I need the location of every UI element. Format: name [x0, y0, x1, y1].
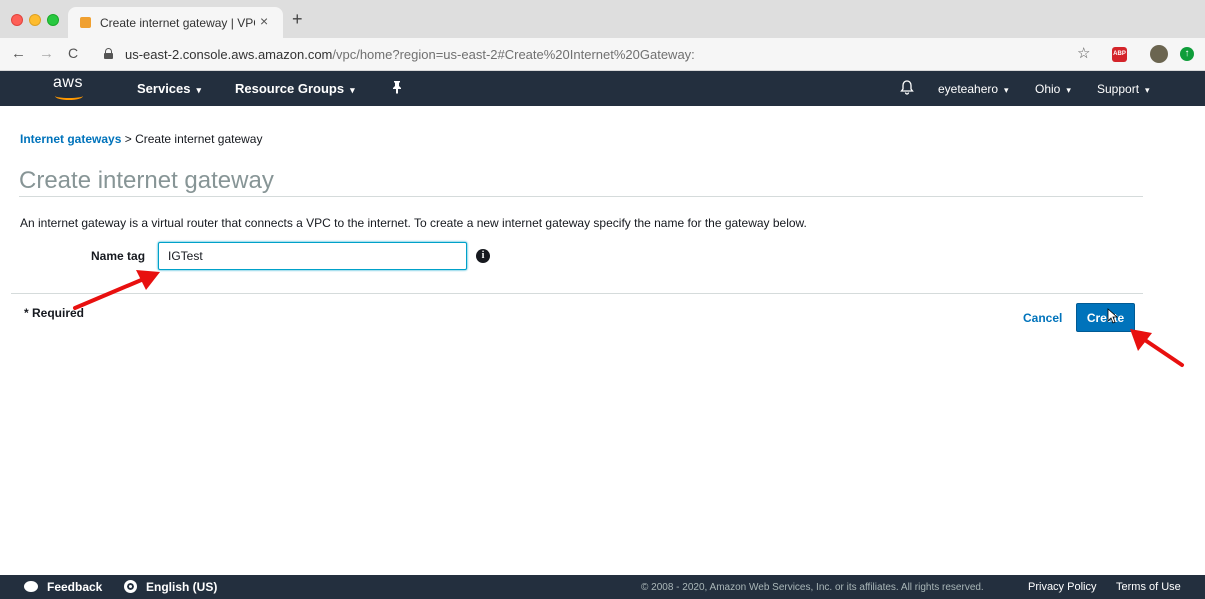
address-bar[interactable]: us-east-2.console.aws.amazon.com/vpc/hom…: [95, 42, 1105, 67]
aws-top-nav: aws Services ▾ Resource Groups ▾ eyeteaher…: [0, 71, 1205, 106]
arrow-to-name-input: [73, 270, 160, 310]
reload-icon[interactable]: C: [68, 45, 78, 61]
chevron-down-icon: ▾: [1066, 85, 1071, 95]
new-tab-button[interactable]: +: [292, 9, 303, 30]
breadcrumb-current: Create internet gateway: [135, 132, 263, 146]
adblock-icon[interactable]: ABP: [1112, 47, 1127, 62]
account-menu[interactable]: eyeteahero ▾: [938, 82, 1009, 96]
tab-title: Create internet gateway | VPC: [100, 16, 255, 30]
privacy-policy-link[interactable]: Privacy Policy: [1028, 581, 1096, 593]
notifications-bell-icon[interactable]: [900, 80, 914, 98]
aws-logo-text: aws: [53, 74, 83, 91]
back-arrow-icon[interactable]: ←: [11, 45, 26, 62]
account-name: eyeteahero: [938, 82, 999, 96]
breadcrumb: Internet gateways > Create internet gate…: [20, 132, 262, 146]
support-menu[interactable]: Support ▾: [1097, 82, 1150, 96]
extension-update-icon[interactable]: ↑: [1180, 47, 1194, 61]
page-description: An internet gateway is a virtual router …: [20, 216, 807, 230]
url-path: /vpc/home?region=us-east-2#Create%20Inte…: [332, 47, 695, 62]
services-label: Services: [137, 81, 191, 96]
aws-smile-icon: [55, 92, 83, 100]
tab-close-icon[interactable]: ×: [260, 13, 268, 29]
vpc-favicon-icon: [80, 17, 91, 28]
browser-tab-bar: Create internet gateway | VPC × +: [0, 0, 1205, 38]
region-menu[interactable]: Ohio ▾: [1035, 82, 1071, 96]
arrow-to-create-button: [1130, 329, 1184, 367]
pin-icon[interactable]: [391, 80, 403, 97]
window-close-button[interactable]: [11, 14, 23, 26]
language-selector[interactable]: English (US): [146, 580, 217, 594]
browser-tab-active[interactable]: Create internet gateway | VPC ×: [68, 7, 283, 38]
region-name: Ohio: [1035, 82, 1061, 96]
create-button[interactable]: Create: [1076, 303, 1135, 332]
url-host: us-east-2.console.aws.amazon.com: [125, 47, 333, 62]
globe-icon: [124, 580, 137, 593]
chevron-down-icon: ▾: [1145, 85, 1150, 95]
resource-groups-label: Resource Groups: [235, 81, 345, 96]
form-divider: [11, 293, 1143, 294]
chevron-down-icon: ▾: [196, 85, 202, 95]
breadcrumb-internet-gateways-link[interactable]: Internet gateways: [20, 132, 121, 146]
bookmark-star-icon[interactable]: ☆: [1077, 44, 1090, 62]
services-menu[interactable]: Services ▾: [137, 81, 201, 96]
name-tag-label: Name tag: [91, 249, 146, 263]
aws-logo[interactable]: aws: [53, 74, 93, 102]
resource-groups-menu[interactable]: Resource Groups ▾: [235, 81, 355, 96]
page-title: Create internet gateway: [19, 167, 274, 194]
breadcrumb-separator: >: [121, 132, 136, 146]
name-tag-input[interactable]: [158, 242, 467, 270]
title-divider: [19, 196, 1143, 197]
terms-of-use-link[interactable]: Terms of Use: [1116, 581, 1181, 593]
lock-icon: [104, 48, 113, 59]
browser-toolbar: ← → C us-east-2.console.aws.amazon.com/v…: [0, 38, 1205, 71]
info-icon[interactable]: i: [476, 249, 490, 263]
footer: Feedback English (US) © 2008 - 2020, Ama…: [0, 575, 1205, 599]
feedback-bubble-icon: [24, 581, 38, 592]
feedback-link[interactable]: Feedback: [47, 580, 102, 594]
url-text[interactable]: us-east-2.console.aws.amazon.com/vpc/hom…: [125, 47, 695, 62]
window-zoom-button[interactable]: [47, 14, 59, 26]
forward-arrow-icon[interactable]: →: [39, 45, 54, 62]
copyright-text: © 2008 - 2020, Amazon Web Services, Inc.…: [641, 582, 984, 593]
cancel-button[interactable]: Cancel: [1023, 311, 1062, 325]
required-note: * Required: [24, 306, 85, 320]
profile-avatar[interactable]: [1150, 45, 1168, 63]
chevron-down-icon: ▾: [1004, 85, 1009, 95]
window-minimize-button[interactable]: [29, 14, 41, 26]
support-label: Support: [1097, 82, 1140, 96]
chevron-down-icon: ▾: [350, 85, 355, 95]
